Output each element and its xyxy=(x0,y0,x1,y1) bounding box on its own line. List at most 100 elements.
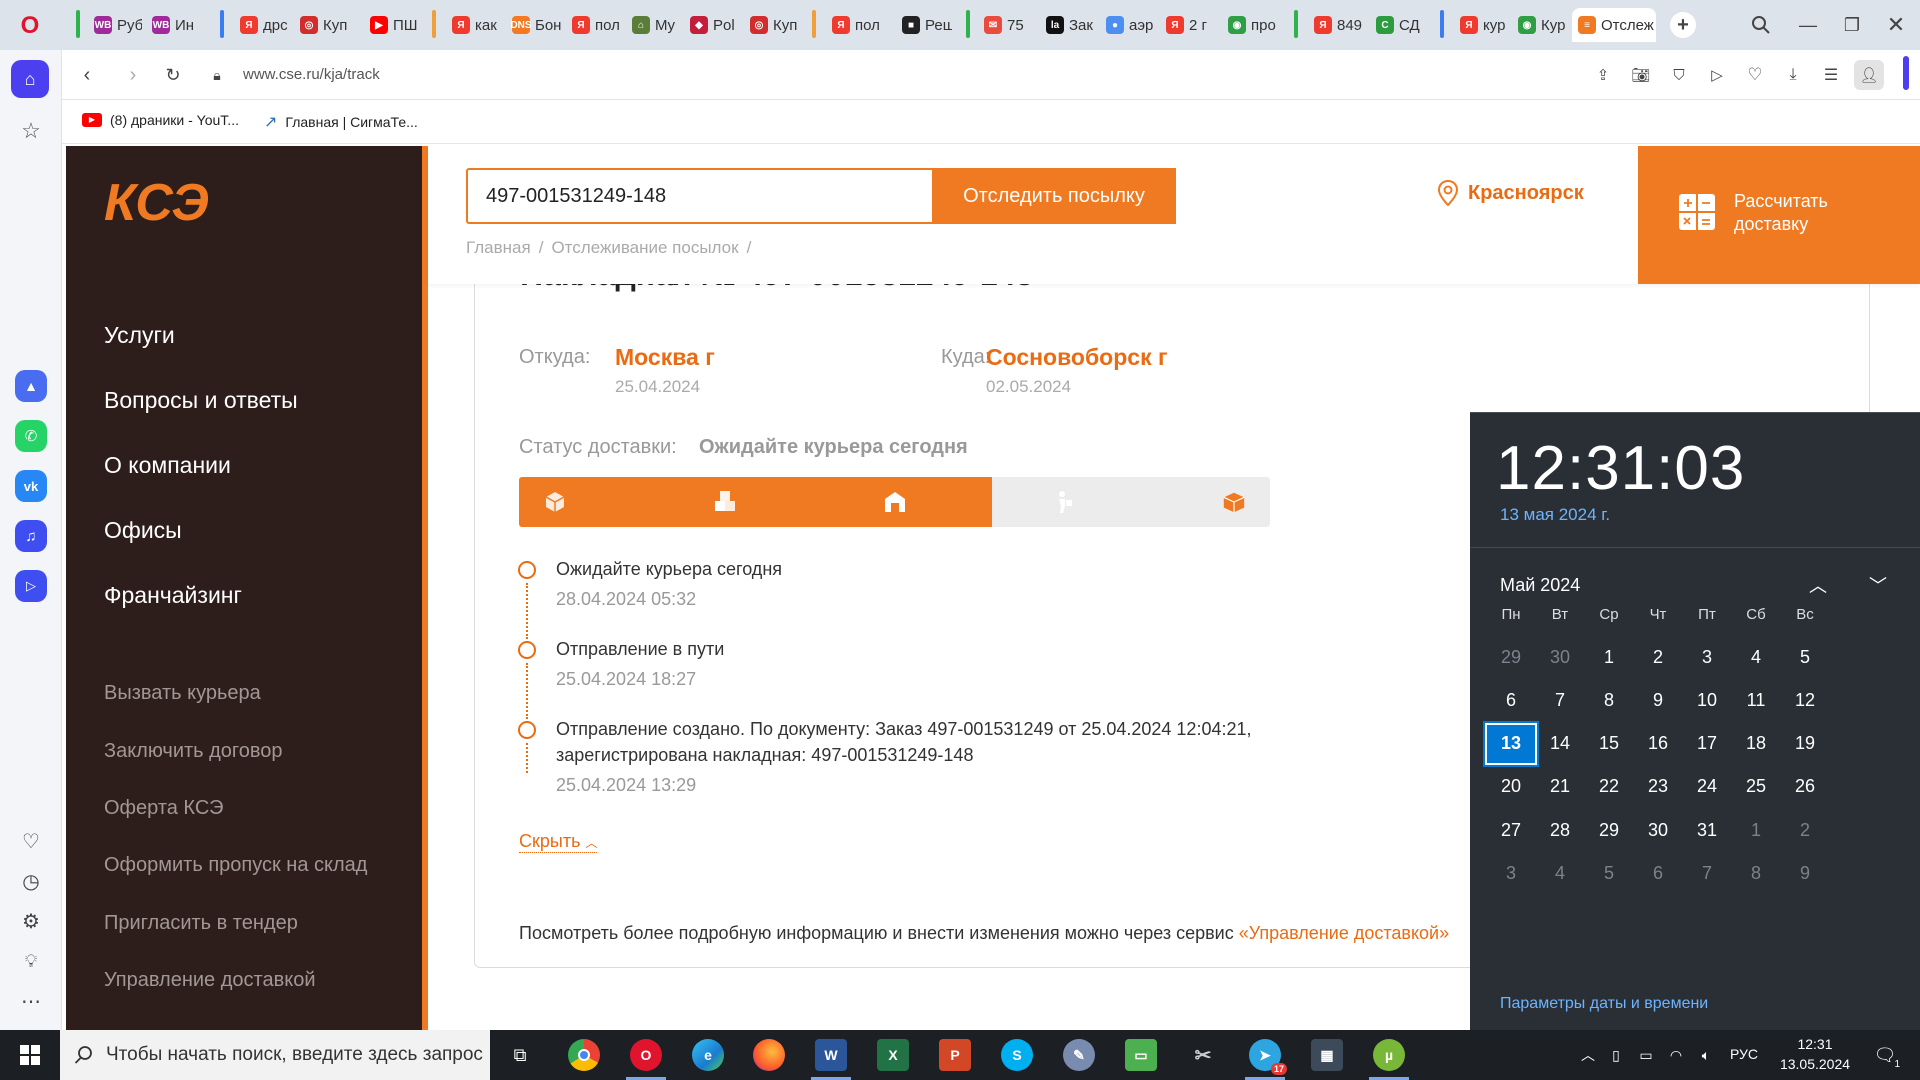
forward-arrow-icon[interactable]: › xyxy=(120,62,146,88)
settings-gear-icon[interactable]: ⚙ xyxy=(16,906,46,936)
share-icon[interactable]: ⇪ xyxy=(1590,62,1616,88)
back-arrow-icon[interactable]: ‹ xyxy=(74,62,100,88)
browser-tab[interactable]: WB Ин xyxy=(146,8,200,42)
track-parcel-button[interactable]: Отследить посылку xyxy=(932,168,1176,224)
browser-tab[interactable]: ◎ Куп xyxy=(294,8,350,42)
url-field[interactable]: www.cse.ru/kja/track xyxy=(243,66,380,83)
restore-button[interactable]: ❐ xyxy=(1836,12,1868,38)
tool-app-icon[interactable]: ✂ xyxy=(1187,1039,1219,1071)
chevron-down-icon[interactable]: ﹀ xyxy=(1862,569,1894,601)
browser-tab[interactable]: Япол xyxy=(566,8,620,42)
browser-tab[interactable]: la Зак xyxy=(1040,8,1096,42)
heart-icon[interactable]: ♡ xyxy=(1742,62,1768,88)
opera-icon[interactable]: O xyxy=(630,1039,662,1071)
task-view-icon[interactable]: ⧉ xyxy=(506,1041,534,1069)
nav-delivery-management[interactable]: Управление доставкой xyxy=(104,969,315,992)
date-time-settings-link[interactable]: Параметры даты и времени xyxy=(1500,995,1708,1013)
heart-icon[interactable]: ♡ xyxy=(16,826,46,856)
firefox-icon[interactable] xyxy=(753,1039,785,1071)
delivery-management-link[interactable]: «Управление доставкой» xyxy=(1239,923,1449,943)
minimize-button[interactable]: — xyxy=(1792,12,1824,38)
tray-device-icon[interactable]: ▯ xyxy=(1604,1042,1628,1068)
vk-icon[interactable]: vk xyxy=(15,470,47,502)
chrome-icon[interactable] xyxy=(568,1039,600,1071)
browser-tab[interactable]: DNS Бон xyxy=(506,8,562,42)
browser-tab[interactable]: ✉ 75 xyxy=(978,8,1034,42)
city-selector[interactable]: Красноярск xyxy=(1438,180,1584,206)
notification-icon[interactable]: 🗨︎ 1 xyxy=(1868,1040,1902,1071)
bookmark-item[interactable]: ↗ Главная | СигмаТе... xyxy=(264,112,418,132)
wifi-icon[interactable]: ◠ xyxy=(1664,1042,1688,1068)
browser-tab[interactable]: ◎ Куп xyxy=(744,8,800,42)
browser-tab[interactable]: WB Руб xyxy=(88,8,142,42)
calculate-delivery-button[interactable]: Рассчитать доставку xyxy=(1638,146,1920,284)
powerpoint-icon[interactable]: P xyxy=(939,1039,971,1071)
network-app-icon[interactable]: ▭ xyxy=(1125,1039,1157,1071)
camera-icon[interactable]: 📷︎ xyxy=(1628,62,1654,88)
opera-logo-icon[interactable]: O xyxy=(16,12,44,40)
nav-offices[interactable]: Офисы xyxy=(104,517,182,544)
home-icon[interactable]: ⌂ xyxy=(11,60,49,98)
browser-tab[interactable]: C СД xyxy=(1370,8,1426,42)
browser-tab[interactable]: Я 2 г xyxy=(1160,8,1216,42)
clock-date[interactable]: 13 мая 2024 г. xyxy=(1500,505,1610,525)
nav-tender[interactable]: Пригласить в тендер xyxy=(104,912,298,935)
player-icon[interactable]: ▷ xyxy=(15,570,47,602)
browser-tab[interactable]: ◉ про xyxy=(1222,8,1278,42)
history-icon[interactable]: ◷ xyxy=(16,866,46,896)
player-send-icon[interactable]: ▷ xyxy=(1704,62,1730,88)
reload-icon[interactable]: ↻ xyxy=(160,62,186,88)
word-icon[interactable]: W xyxy=(815,1039,847,1071)
browser-tab[interactable]: ■ Реш xyxy=(896,8,952,42)
edge-icon[interactable]: e xyxy=(692,1039,724,1071)
tab-active[interactable]: ≡ Отслеж xyxy=(1572,8,1656,42)
utorrent-icon[interactable]: µ xyxy=(1373,1039,1405,1071)
excel-icon[interactable]: X xyxy=(877,1039,909,1071)
aria-ai-icon[interactable]: ▲ xyxy=(15,370,47,402)
windows-start-icon[interactable] xyxy=(12,1042,48,1068)
tracking-number-input[interactable] xyxy=(486,182,926,210)
input-language[interactable]: РУС xyxy=(1730,1046,1758,1062)
nav-services[interactable]: Услуги xyxy=(104,322,175,349)
nav-about[interactable]: О компании xyxy=(104,452,231,479)
browser-tab[interactable]: ◉ Кур xyxy=(1512,8,1568,42)
nav-franchise[interactable]: Франчайзинг xyxy=(104,582,242,609)
search-tabs-icon[interactable] xyxy=(1748,12,1774,38)
browser-tab[interactable]: ● аэр xyxy=(1100,8,1156,42)
whatsapp-icon[interactable]: ✆ xyxy=(15,420,47,452)
lock-icon[interactable]: 🔒︎ xyxy=(206,64,228,86)
calendar-day-selected[interactable]: 13 xyxy=(1483,720,1539,767)
paint-icon[interactable]: ✎ xyxy=(1063,1039,1095,1071)
profile-icon[interactable]: 👤︎ xyxy=(1854,60,1884,90)
volume-icon[interactable]: 🔈︎ xyxy=(1694,1042,1718,1068)
battery-icon[interactable]: ▭ xyxy=(1634,1042,1658,1068)
sidebar-toggle[interactable] xyxy=(1903,56,1909,90)
browser-tab[interactable]: Якак xyxy=(446,8,500,42)
hide-link[interactable]: Скрыть ︿ xyxy=(519,831,598,853)
breadcrumb-tracking[interactable]: Отслеживание посылок xyxy=(551,238,738,258)
browser-tab[interactable]: Якур xyxy=(1454,8,1510,42)
tips-bulb-icon[interactable]: 💡︎ xyxy=(16,946,46,976)
browser-tab[interactable]: ◆ Pol xyxy=(684,8,740,42)
telegram-icon[interactable]: ➤ 17 xyxy=(1249,1039,1287,1075)
new-tab-button[interactable]: + xyxy=(1670,12,1696,38)
browser-tab[interactable]: ▶ ПШ xyxy=(364,8,420,42)
shield-icon[interactable]: ⛉ xyxy=(1666,62,1692,88)
browser-tab[interactable]: ⌂ My xyxy=(626,8,680,42)
easy-setup-icon[interactable]: ☰ xyxy=(1818,62,1844,88)
download-icon[interactable]: ⤓ xyxy=(1780,62,1806,88)
taskbar-clock[interactable]: 12:31 13.05.2024 xyxy=(1772,1034,1858,1074)
browser-tab[interactable]: Япол xyxy=(826,8,882,42)
skype-icon[interactable]: S xyxy=(1001,1039,1033,1071)
tray-chevron-up-icon[interactable]: ︿ xyxy=(1576,1042,1600,1068)
calendar-day[interactable]: 9 xyxy=(1776,849,1834,899)
browser-tab[interactable]: Ядрс xyxy=(234,8,288,42)
calculator-app-icon[interactable]: ▦ xyxy=(1311,1039,1343,1071)
more-dots-icon[interactable]: ⋯ xyxy=(16,986,46,1016)
nav-contract[interactable]: Заключить договор xyxy=(104,740,283,763)
close-window-button[interactable]: ✕ xyxy=(1880,12,1912,38)
browser-tab[interactable]: Я 849 xyxy=(1308,8,1364,42)
nav-call-courier[interactable]: Вызвать курьера xyxy=(104,682,261,705)
nav-faq[interactable]: Вопросы и ответы xyxy=(104,387,298,414)
bookmark-item[interactable]: ▶ (8) драники - YouT... xyxy=(82,112,239,128)
